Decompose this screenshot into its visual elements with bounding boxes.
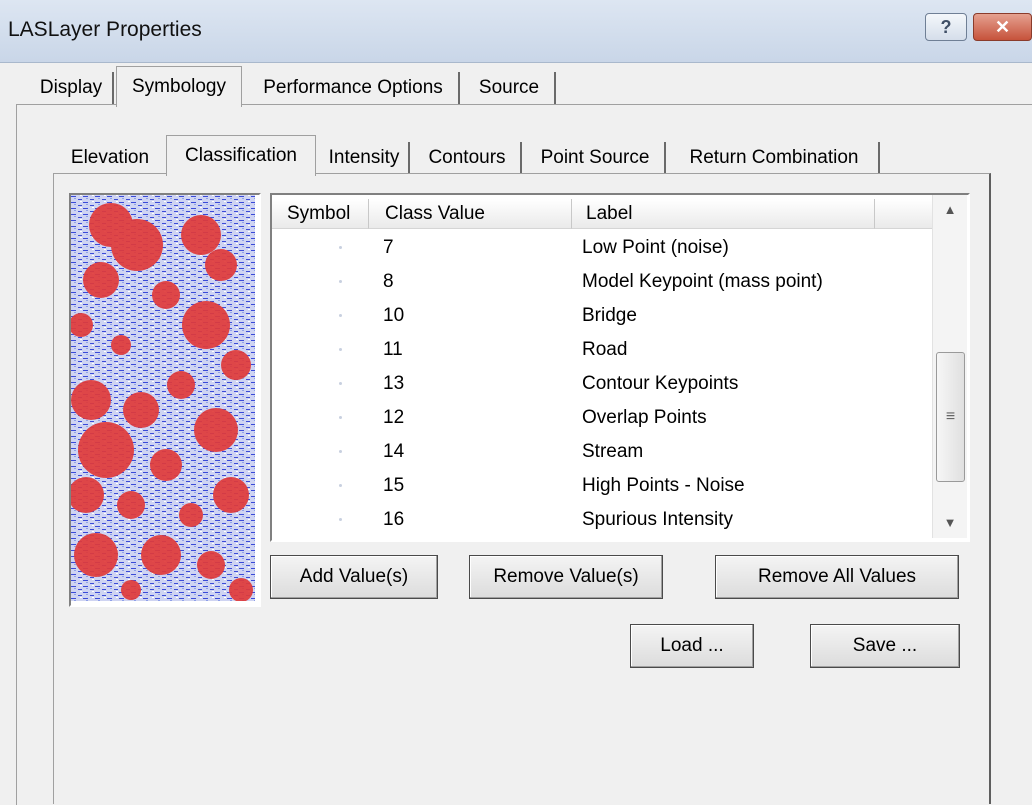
vertical-scrollbar[interactable]: ▲ ≡ ▼ [932,195,967,538]
symbol-swatch [339,314,342,317]
class-label: Bridge [582,305,637,326]
scroll-up-icon[interactable]: ▲ [933,195,967,225]
class-value: 16 [383,509,405,530]
table-row[interactable]: 11 Road [272,333,932,367]
remove-values-button[interactable]: Remove Value(s) [469,555,663,599]
table-row[interactable]: 14 Stream [272,435,932,469]
grip-icon: ≡ [945,408,956,425]
tab-elevation[interactable]: Elevation [60,142,160,173]
class-value-list[interactable]: Symbol Class Value Label 7 Low Point (noi… [270,193,970,542]
column-header-class-value[interactable]: Class Value [369,199,572,229]
class-label: Model Keypoint (mass point) [582,271,823,292]
class-value: 12 [383,407,405,428]
symbol-swatch [339,382,342,385]
symbol-swatch [339,416,342,419]
symbol-swatch [339,450,342,453]
tab-display[interactable]: Display [30,72,114,104]
symbol-swatch [339,246,342,249]
symbol-swatch [339,348,342,351]
tab-symbology[interactable]: Symbology [116,66,242,107]
save-button[interactable]: Save ... [810,624,960,668]
symbol-swatch [339,484,342,487]
symbol-swatch [339,280,342,283]
point-cloud-preview [68,195,255,602]
tab-performance-options[interactable]: Performance Options [248,72,460,104]
close-button[interactable]: ✕ [973,13,1032,41]
class-value: 15 [383,475,405,496]
class-value: 7 [383,237,394,258]
classification-preview-image [68,193,261,607]
class-value: 14 [383,441,405,462]
column-header-symbol[interactable]: Symbol [272,199,369,229]
table-row[interactable]: 7 Low Point (noise) [272,231,932,265]
symbol-swatch [339,518,342,521]
tab-return-combination[interactable]: Return Combination [670,142,880,173]
scroll-down-icon[interactable]: ▼ [933,508,967,538]
table-row[interactable]: 13 Contour Keypoints [272,367,932,401]
add-values-button[interactable]: Add Value(s) [270,555,438,599]
table-row[interactable]: 8 Model Keypoint (mass point) [272,265,932,299]
class-label: Road [582,339,628,360]
class-label: Spurious Intensity [582,509,734,530]
tab-source[interactable]: Source [464,72,556,104]
tab-point-source[interactable]: Point Source [526,142,666,173]
class-value: 13 [383,373,405,394]
load-button[interactable]: Load ... [630,624,754,668]
class-value: 10 [383,305,405,326]
tab-contours[interactable]: Contours [414,142,522,173]
window-title: LASLayer Properties [8,18,202,41]
table-row[interactable]: 12 Overlap Points [272,401,932,435]
table-row[interactable]: 10 Bridge [272,299,932,333]
help-button[interactable]: ? [925,13,967,41]
scroll-thumb[interactable]: ≡ [936,352,965,482]
column-header-label[interactable]: Label [572,199,875,229]
class-label: Contour Keypoints [582,373,739,394]
remove-all-values-button[interactable]: Remove All Values [715,555,959,599]
class-value: 11 [383,339,403,360]
table-row[interactable]: 16 Spurious Intensity [272,503,932,537]
column-header-empty [875,199,932,229]
class-label: Stream [582,441,644,462]
class-label: Overlap Points [582,407,707,428]
class-label: High Points - Noise [582,475,745,496]
title-bar: LASLayer Properties ? ✕ [0,0,1032,63]
tab-intensity[interactable]: Intensity [320,142,410,173]
tab-classification[interactable]: Classification [166,135,316,176]
table-row[interactable]: 15 High Points - Noise [272,469,932,503]
class-label: Low Point (noise) [582,237,729,258]
class-value: 8 [383,271,394,292]
